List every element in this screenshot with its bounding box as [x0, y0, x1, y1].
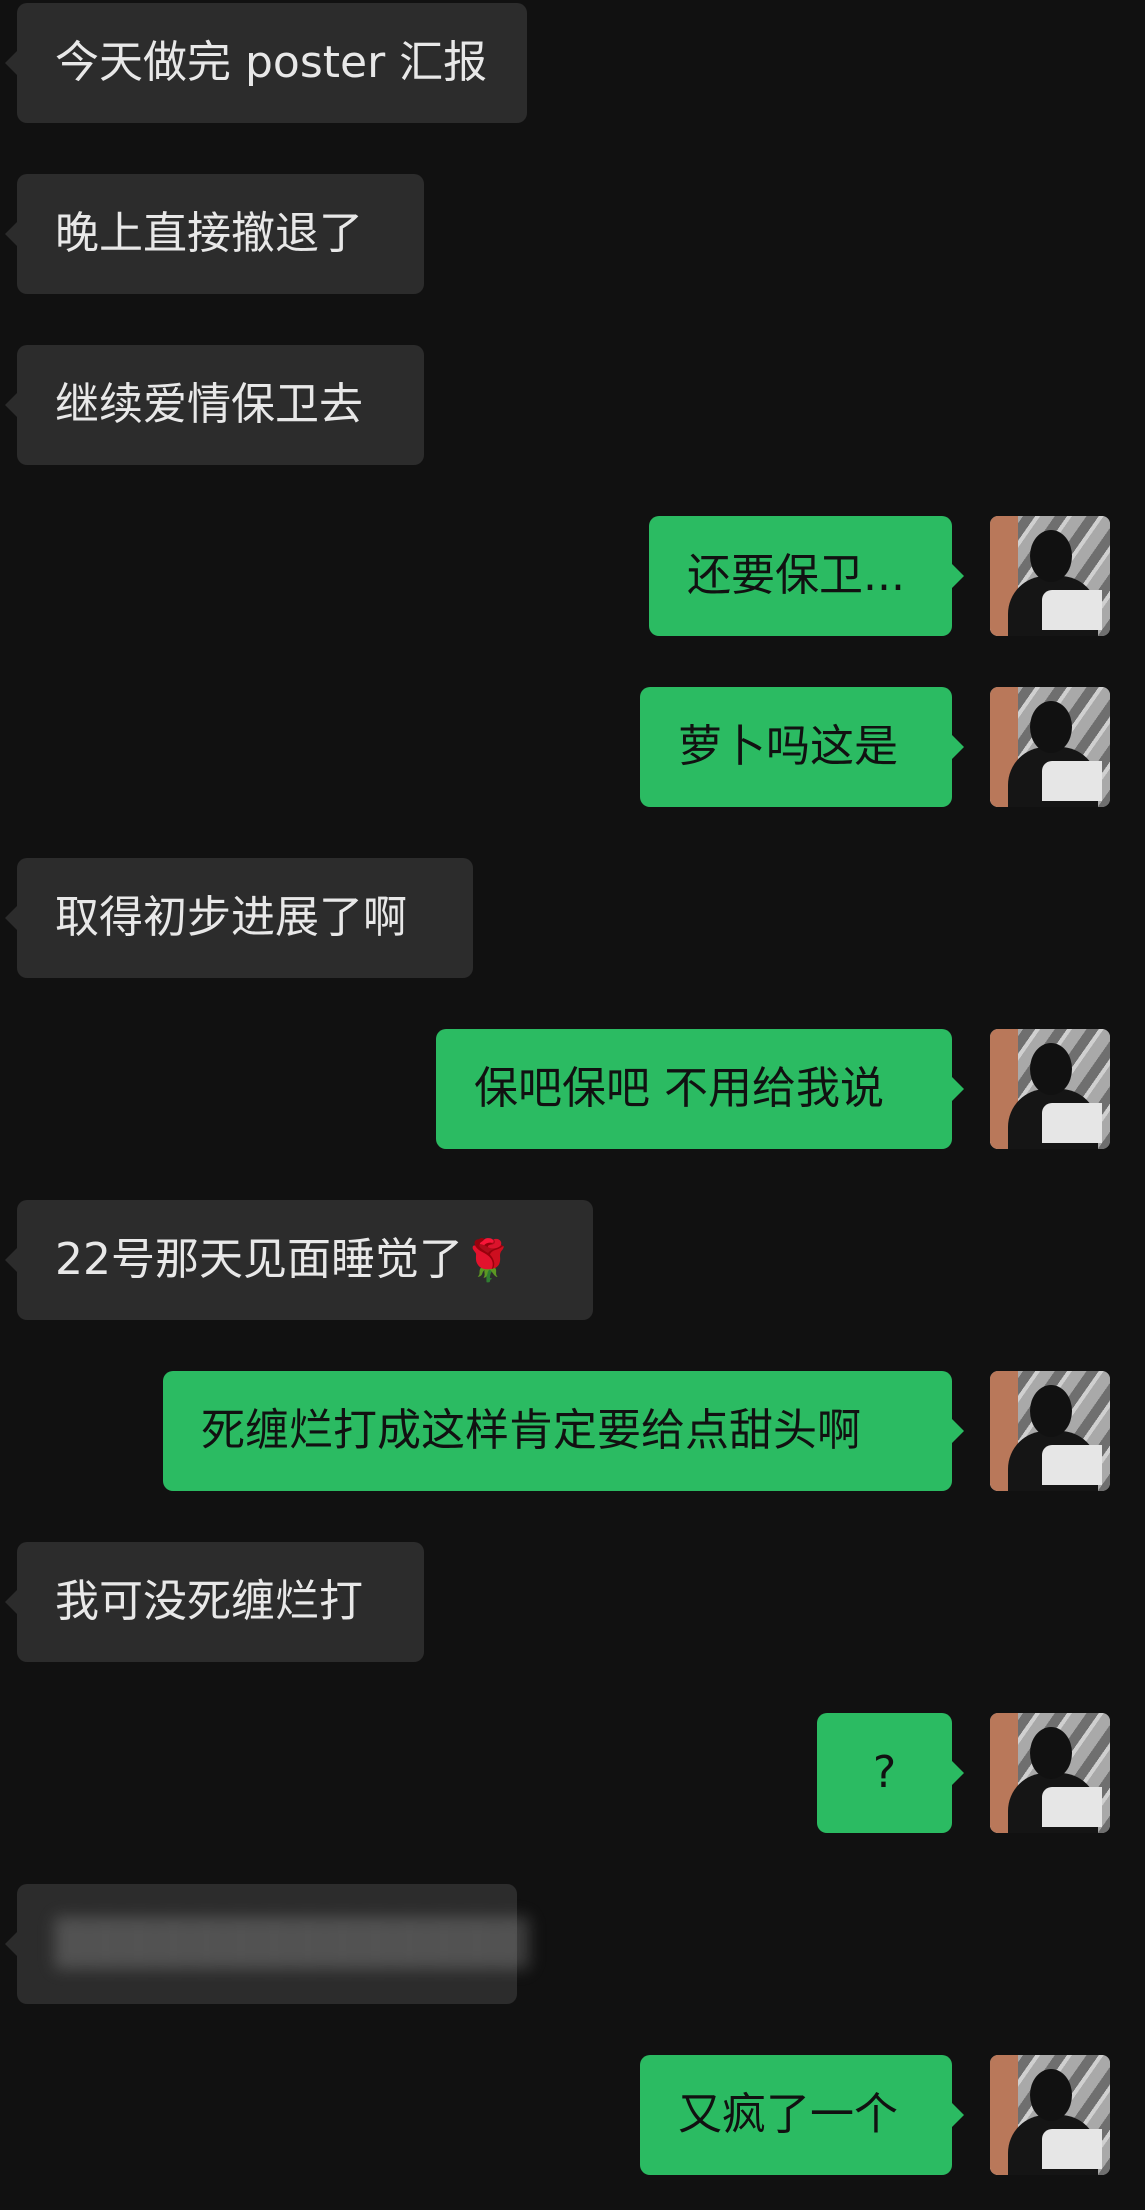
- message-row-outgoing: 又疯了一个: [0, 2055, 1145, 2175]
- rose-icon: 🌹: [463, 1238, 513, 1284]
- incoming-message-bubble-blurred[interactable]: ██████████████: [5, 1884, 529, 2004]
- user-avatar[interactable]: [990, 2055, 1110, 2175]
- outgoing-message-bubble[interactable]: ?: [817, 1713, 964, 1833]
- outgoing-message-bubble[interactable]: 又疯了一个: [640, 2055, 964, 2175]
- user-avatar[interactable]: [990, 1371, 1110, 1491]
- user-avatar[interactable]: [990, 516, 1110, 636]
- outgoing-message-bubble[interactable]: 还要保卫...: [649, 516, 964, 636]
- incoming-message-bubble[interactable]: 晚上直接撤退了: [5, 174, 424, 294]
- message-row-outgoing: ?: [0, 1713, 1145, 1833]
- message-row-incoming: 今天做完 poster 汇报: [0, 3, 1145, 123]
- message-row-outgoing: 保吧保吧 不用给我说: [0, 1029, 1145, 1149]
- outgoing-message-bubble[interactable]: 保吧保吧 不用给我说: [436, 1029, 964, 1149]
- message-row-incoming: 取得初步进展了啊: [0, 858, 1145, 978]
- message-row-incoming: ██████████████: [0, 1884, 1145, 2004]
- outgoing-message-bubble[interactable]: 死缠烂打成这样肯定要给点甜头啊: [163, 1371, 964, 1491]
- outgoing-message-bubble[interactable]: 萝卜吗这是: [640, 687, 964, 807]
- incoming-message-bubble[interactable]: 22号那天见面睡觉了🌹: [5, 1200, 593, 1320]
- message-row-outgoing: 死缠烂打成这样肯定要给点甜头啊: [0, 1371, 1145, 1491]
- message-row-outgoing: 萝卜吗这是: [0, 687, 1145, 807]
- user-avatar[interactable]: [990, 1713, 1110, 1833]
- message-row-incoming: 22号那天见面睡觉了🌹: [0, 1200, 1145, 1320]
- blurred-message-text: ██████████████: [55, 1918, 529, 1969]
- message-text: 22号那天见面睡觉了: [55, 1234, 463, 1285]
- message-row-incoming: 晚上直接撤退了: [0, 174, 1145, 294]
- message-row-outgoing: 还要保卫...: [0, 516, 1145, 636]
- incoming-message-bubble[interactable]: 我可没死缠烂打: [5, 1542, 424, 1662]
- incoming-message-bubble[interactable]: 今天做完 poster 汇报: [5, 3, 527, 123]
- message-row-incoming: 我可没死缠烂打: [0, 1542, 1145, 1662]
- message-row-incoming: 继续爱情保卫去: [0, 345, 1145, 465]
- incoming-message-bubble[interactable]: 继续爱情保卫去: [5, 345, 424, 465]
- user-avatar[interactable]: [990, 687, 1110, 807]
- user-avatar[interactable]: [990, 1029, 1110, 1149]
- incoming-message-bubble[interactable]: 取得初步进展了啊: [5, 858, 473, 978]
